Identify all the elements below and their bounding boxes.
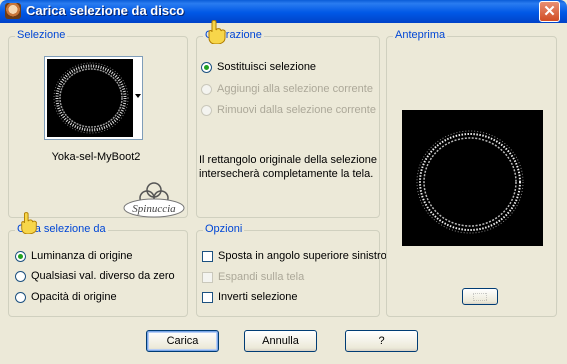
radio-opacita[interactable]: Opacità di origine: [15, 291, 117, 303]
radio-sostituisci[interactable]: Sostituisci selezione: [201, 61, 316, 73]
window-title: Carica selezione da disco: [26, 3, 185, 18]
radio-icon[interactable]: [201, 83, 212, 95]
radio-icon[interactable]: [15, 291, 26, 303]
radio-selected-icon[interactable]: [201, 61, 212, 73]
check-espandi[interactable]: Espandi sulla tela: [202, 271, 304, 283]
radio-label: Opacità di origine: [31, 291, 117, 303]
radio-label: Luminanza di origine: [31, 250, 133, 262]
anteprima-group-label: Anteprima: [393, 29, 448, 41]
opzioni-group-label: Opzioni: [203, 223, 245, 235]
close-button[interactable]: ✕: [539, 1, 560, 22]
pointing-hand-icon: [208, 20, 226, 44]
check-inverti[interactable]: Inverti selezione: [202, 291, 298, 303]
radio-selected-icon[interactable]: [15, 250, 26, 262]
radio-qualsiasi[interactable]: Qualsiasi val. diverso da zero: [15, 270, 175, 282]
radio-aggiungi[interactable]: Aggiungi alla selezione corrente: [201, 83, 373, 95]
checkbox-icon[interactable]: [202, 271, 213, 283]
check-sposta[interactable]: Sposta in angolo superiore sinistro: [202, 250, 387, 262]
radio-label: Sostituisci selezione: [217, 61, 317, 73]
operation-description: Il rettangolo originale della selezione …: [199, 154, 377, 180]
carica-button[interactable]: Carica: [146, 330, 219, 352]
radio-label: Aggiungi alla selezione corrente: [217, 83, 373, 95]
selection-thumbnail-dropdown[interactable]: [44, 56, 143, 140]
dialog-body: Selezione Yoka-sel-MyBoot2 Spinuccia Ope…: [0, 23, 567, 364]
preview-image: [402, 110, 543, 246]
pointing-hand-icon: [21, 212, 37, 234]
preview-zoom-icon: [472, 292, 488, 302]
checkbox-label: Inverti selezione: [218, 291, 298, 303]
radio-rimuovi[interactable]: Rimuovi dalla selezione corrente: [201, 104, 376, 116]
dropdown-arrow-icon[interactable]: [135, 91, 141, 101]
checkbox-label: Sposta in angolo superiore sinistro: [218, 250, 387, 262]
watermark-text: Spinuccia: [132, 203, 176, 215]
checkbox-label: Espandi sulla tela: [218, 271, 305, 283]
radio-icon[interactable]: [201, 104, 212, 116]
radio-icon[interactable]: [15, 270, 26, 282]
checkbox-icon[interactable]: [202, 291, 213, 303]
selezione-group-label: Selezione: [15, 29, 68, 41]
annulla-button[interactable]: Annulla: [244, 330, 317, 352]
selection-file-name: Yoka-sel-MyBoot2: [51, 151, 141, 163]
watermark-logo: Spinuccia: [120, 180, 188, 220]
title-bar: Carica selezione da disco ✕: [0, 0, 567, 23]
app-icon: [5, 3, 21, 19]
selection-thumbnail-image: [47, 59, 133, 137]
radio-label: Qualsiasi val. diverso da zero: [31, 270, 175, 282]
zoom-preview-button[interactable]: [462, 288, 498, 305]
checkbox-icon[interactable]: [202, 250, 213, 262]
help-button[interactable]: ?: [345, 330, 418, 352]
radio-label: Rimuovi dalla selezione corrente: [217, 104, 376, 116]
radio-luminanza[interactable]: Luminanza di origine: [15, 250, 133, 262]
